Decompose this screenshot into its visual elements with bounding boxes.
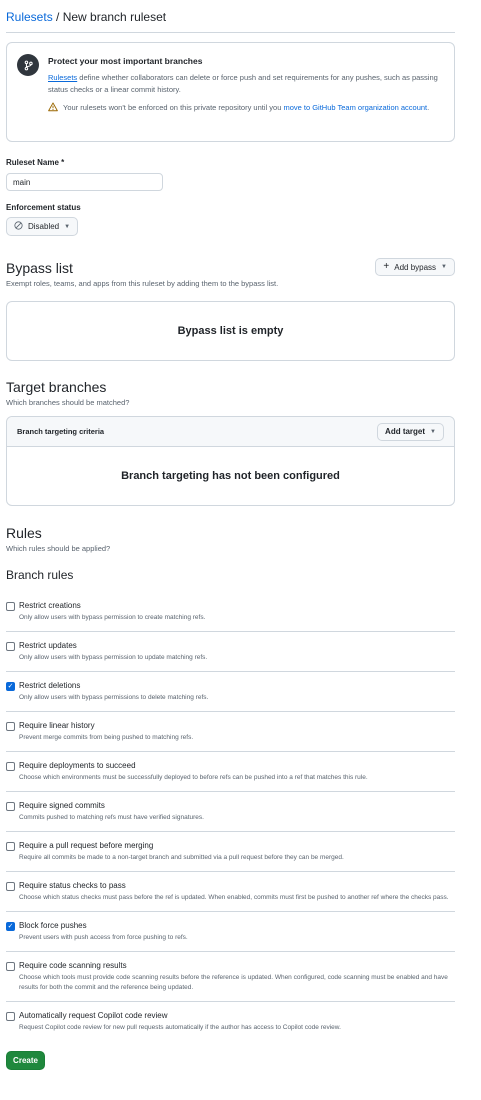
rule-checkbox[interactable] xyxy=(6,722,15,731)
rule-description: Choose which tools must provide code sca… xyxy=(19,974,448,991)
rule-item: ✓ Restrict deletions Only allow users with… xyxy=(6,672,455,712)
rule-name[interactable]: Require status checks to pass xyxy=(19,881,449,890)
add-bypass-label: Add bypass xyxy=(394,262,437,272)
ruleset-name-input[interactable] xyxy=(6,173,163,191)
rule-description: Only allow users with bypass permission … xyxy=(19,654,208,661)
bypass-list-subtitle: Exempt roles, teams, and apps from this … xyxy=(6,279,279,288)
add-target-label: Add target xyxy=(385,427,426,436)
rule-description: Choose which environments must be succes… xyxy=(19,774,368,781)
rule-description: Prevent users with push access from forc… xyxy=(19,934,188,941)
breadcrumb-separator: / xyxy=(52,10,63,24)
ruleset-name-label: Ruleset Name * xyxy=(6,158,65,167)
rule-item: Require status checks to pass Choose whic… xyxy=(6,872,455,912)
warning-text: Your rulesets won't be enforced on this … xyxy=(63,103,284,112)
rule-checkbox[interactable] xyxy=(6,762,15,771)
rule-checkbox[interactable]: ✓ xyxy=(6,682,15,691)
bypass-list-empty: Bypass list is empty xyxy=(6,301,455,361)
breadcrumb: Rulesets / New branch ruleset xyxy=(6,0,455,33)
warning-end: . xyxy=(427,103,430,112)
create-button[interactable]: Create xyxy=(6,1051,45,1070)
rule-checkbox[interactable] xyxy=(6,602,15,611)
rule-item: Automatically request Copilot code revie… xyxy=(6,1002,455,1041)
notice-title: Protect your most important branches xyxy=(48,56,203,66)
rule-item: Require linear history Prevent merge comm… xyxy=(6,712,455,752)
rule-checkbox[interactable] xyxy=(6,842,15,851)
rule-name[interactable]: Automatically request Copilot code revie… xyxy=(19,1011,341,1020)
rule-checkbox[interactable] xyxy=(6,802,15,811)
rule-description: Only allow users with bypass permission … xyxy=(19,614,206,621)
rule-description: Commits pushed to matching refs must hav… xyxy=(19,814,204,821)
breadcrumb-current: New branch ruleset xyxy=(62,10,167,24)
rule-checkbox[interactable] xyxy=(6,882,15,891)
enforcement-status-value: Disabled xyxy=(28,222,60,231)
protect-branches-notice: Protect your most important branches Rul… xyxy=(6,42,455,142)
rule-item: ✓ Block force pushes Prevent users with pu… xyxy=(6,912,455,952)
disabled-icon xyxy=(14,221,23,232)
rule-checkbox[interactable] xyxy=(6,1012,15,1021)
rule-name[interactable]: Restrict updates xyxy=(19,641,207,650)
alert-icon xyxy=(48,102,58,116)
enforcement-status-select[interactable]: Disabled ▼ xyxy=(6,217,79,236)
add-target-button[interactable]: Add target ▼ xyxy=(377,422,444,441)
branch-rules-list: Restrict creations Only allow users with … xyxy=(6,592,455,1041)
rule-checkbox[interactable]: ✓ xyxy=(6,922,15,931)
rulesets-docs-link[interactable]: Rulesets xyxy=(48,73,77,82)
rule-name[interactable]: Require deployments to succeed xyxy=(19,761,368,770)
rule-checkbox[interactable] xyxy=(6,962,15,971)
bypass-list-title: Bypass list xyxy=(6,260,73,276)
target-branches-title: Target branches xyxy=(6,379,107,395)
git-branch-icon xyxy=(17,54,39,76)
check-icon: ✓ xyxy=(7,923,14,930)
branch-targeting-panel: Branch targeting criteria Add target ▼ B… xyxy=(6,416,455,506)
rule-item: Require code scanning results Choose whic… xyxy=(6,952,455,1002)
rules-title: Rules xyxy=(6,525,42,541)
notice-description-text: define whether collaborators can delete … xyxy=(48,73,438,94)
rule-name[interactable]: Restrict deletions xyxy=(19,681,208,690)
rule-name[interactable]: Require a pull request before merging xyxy=(19,841,344,850)
rule-description: Only allow users with bypass permissions… xyxy=(19,694,209,701)
rules-subtitle: Which rules should be applied? xyxy=(6,544,111,553)
branch-targeting-criteria-label: Branch targeting criteria xyxy=(17,427,105,436)
rule-name[interactable]: Require linear history xyxy=(19,721,193,730)
notice-description: Rulesets define whether collaborators ca… xyxy=(48,72,444,96)
rule-name[interactable]: Restrict creations xyxy=(19,601,205,610)
rule-description: Request Copilot code review for new pull… xyxy=(19,1024,341,1031)
rule-description: Require all commits be made to a non-tar… xyxy=(19,854,344,861)
rule-description: Choose which status checks must pass bef… xyxy=(19,894,449,901)
rule-name[interactable]: Block force pushes xyxy=(19,921,188,930)
upgrade-team-link[interactable]: move to GitHub Team organization account xyxy=(283,103,427,112)
rule-description: Prevent merge commits from being pushed … xyxy=(19,734,194,741)
rule-item: Require a pull request before merging Req… xyxy=(6,832,455,872)
add-bypass-button[interactable]: + Add bypass ▼ xyxy=(375,258,455,276)
rule-checkbox[interactable] xyxy=(6,642,15,651)
chevron-down-icon: ▼ xyxy=(441,264,447,270)
rule-name[interactable]: Require code scanning results xyxy=(19,961,455,970)
check-icon: ✓ xyxy=(7,683,14,690)
chevron-down-icon: ▼ xyxy=(430,428,436,435)
rule-name[interactable]: Require signed commits xyxy=(19,801,204,810)
rule-item: Restrict updates Only allow users with by… xyxy=(6,632,455,672)
chevron-down-icon: ▼ xyxy=(64,223,71,230)
enforcement-status-label: Enforcement status xyxy=(6,203,81,212)
rule-item: Require deployments to succeed Choose whi… xyxy=(6,752,455,792)
branch-rules-title: Branch rules xyxy=(6,568,74,582)
rule-item: Restrict creations Only allow users with … xyxy=(6,592,455,632)
enforcement-warning: Your rulesets won't be enforced on this … xyxy=(48,102,444,116)
plus-icon: + xyxy=(383,261,390,272)
target-branches-subtitle: Which branches should be matched? xyxy=(6,398,130,407)
rule-item: Require signed commits Commits pushed to … xyxy=(6,792,455,832)
breadcrumb-rulesets-link[interactable]: Rulesets xyxy=(6,10,53,24)
branch-targeting-empty: Branch targeting has not been configured xyxy=(121,470,340,482)
